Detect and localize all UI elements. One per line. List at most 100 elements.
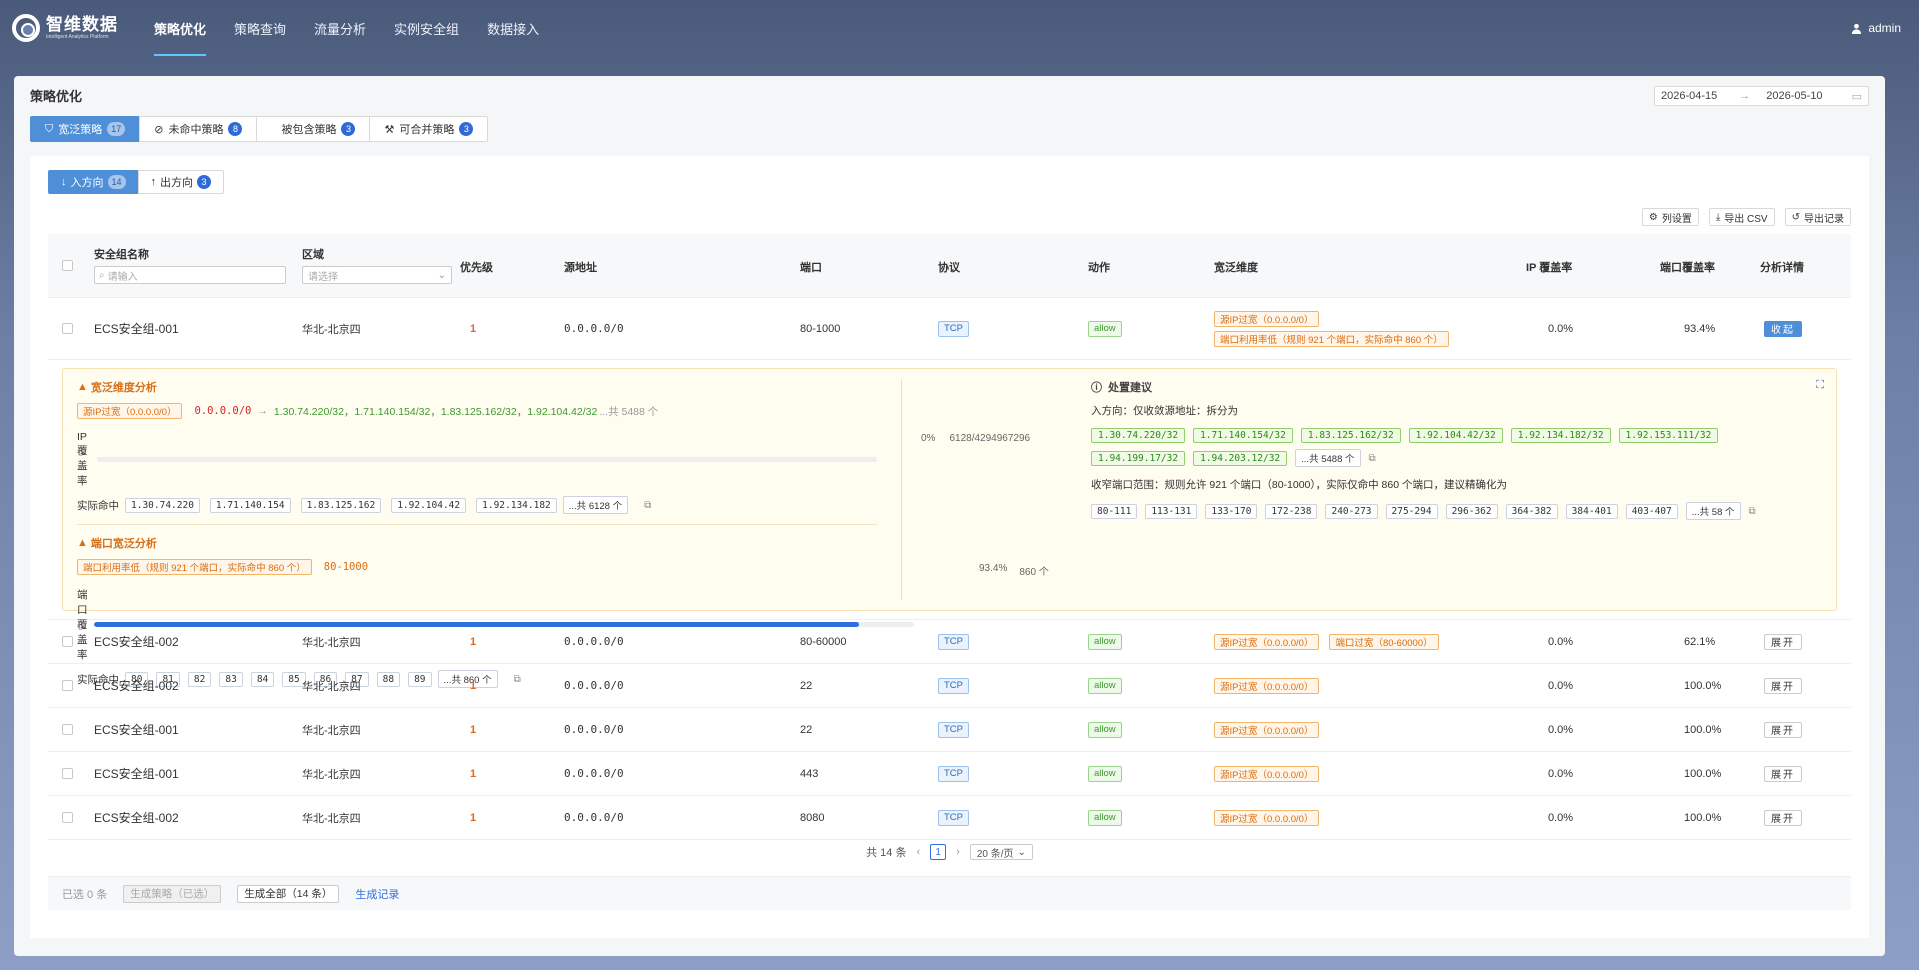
region: 华北-北京四 [302, 680, 361, 693]
tab-label: 入方向 [70, 177, 104, 189]
src-to: 1.30.74.220/32，1.71.140.154/32，1.83.125.… [273, 405, 598, 418]
col-action: 动作 [1088, 262, 1110, 274]
row-checkbox[interactable] [62, 680, 73, 691]
priority: 1 [470, 723, 477, 736]
brand-logo[interactable]: 智维数据 Intelligent Analytics Platform [12, 14, 118, 42]
tab-inbound[interactable]: ↓ 入方向 14 [48, 170, 139, 194]
suggested-ip-chip: 1.71.140.154/32 [1193, 428, 1293, 443]
region: 华北-北京四 [302, 812, 361, 825]
name-filter-input[interactable]: ⌕ 请输入 [94, 266, 286, 284]
export-log-button[interactable]: ↺ 导出记录 [1784, 208, 1851, 226]
category-tabs: ⛉ 宽泛策略 17 ⊘ 未命中策略 8 被包含策略 3 ⚒ 可合并策略 3 [30, 116, 1869, 142]
col-detail: 分析详情 [1760, 262, 1804, 274]
nav-policy-query[interactable]: 策略查询 [220, 0, 300, 56]
nav-traffic-analysis[interactable]: 流量分析 [300, 0, 380, 56]
source-address: 0.0.0.0/0 [564, 767, 624, 780]
table-row: ECS安全组-001 华北-北京四 1 0.0.0.0/0 22 TCP all… [48, 708, 1851, 752]
source-address: 0.0.0.0/0 [564, 322, 624, 335]
page-size-select[interactable]: 20 条/页 ⌄ [969, 844, 1033, 860]
ip-coverage-count: 6128/4294967296 [949, 433, 1031, 444]
expand-button[interactable]: 展开 [1764, 677, 1802, 694]
region-filter-select[interactable]: 请选择 ⌄ [302, 266, 452, 284]
info-icon: ⓘ [1091, 382, 1102, 394]
src-more[interactable]: ...共 5488 个 [599, 404, 658, 419]
column-settings-button[interactable]: ⚙ 列设置 [1641, 208, 1699, 226]
brand-subtitle: Intelligent Analytics Platform [46, 34, 109, 40]
date-range-picker[interactable]: 2026-04-15 → 2026-05-10 ▭ [1654, 86, 1869, 106]
suggested-port-chip: 275-294 [1385, 503, 1438, 519]
col-priority: 优先级 [460, 262, 493, 274]
main-panel: 策略优化 2026-04-15 → 2026-05-10 ▭ ⛉ 宽泛策略 17… [14, 76, 1885, 956]
suggest-line1: 入方向：仅收敛源地址：拆分为 [1091, 405, 1238, 417]
breadth-tag: 源IP过宽（0.0.0.0/0） [1214, 633, 1320, 650]
page-1[interactable]: 1 [930, 844, 947, 860]
tab-count: 3 [197, 175, 212, 189]
generate-selected-button[interactable]: 生成策略（已选） [123, 884, 222, 903]
action-tag: allow [1088, 809, 1122, 826]
sg-name[interactable]: ECS安全组-001 [94, 320, 179, 337]
content-card: ↓ 入方向 14 ↑ 出方向 3 ⚙ 列设置 ⤓ 导出 CSV ↺ 导出记录 安全组名… [30, 156, 1869, 938]
select-all-checkbox[interactable] [62, 260, 73, 271]
port: 80-1000 [800, 322, 841, 335]
nav-policy-optimize[interactable]: 策略优化 [140, 0, 220, 56]
suggested-ips-more[interactable]: ...共 5488 个 [1295, 449, 1361, 467]
tab-outbound[interactable]: ↑ 出方向 3 [137, 170, 225, 194]
copy-icon[interactable]: ⧉ [1749, 506, 1756, 517]
col-source: 源地址 [564, 262, 597, 274]
expand-button[interactable]: 展开 [1764, 765, 1802, 782]
ip-coverage: 0.0% [1548, 322, 1574, 335]
action-footer: 已选 0 条 生成策略（已选） 生成全部（14 条） 生成记录 [48, 876, 1851, 910]
suggested-port-chip: 133-170 [1205, 503, 1258, 519]
action-tag: allow [1088, 633, 1122, 650]
tab-label: 可合并策略 [399, 124, 455, 136]
row-checkbox[interactable] [62, 812, 73, 823]
expand-button[interactable]: 展开 [1764, 721, 1802, 738]
row-checkbox[interactable] [62, 724, 73, 735]
prev-page-icon[interactable]: ‹ [916, 846, 920, 858]
row-checkbox[interactable] [62, 636, 73, 647]
row-checkbox[interactable] [62, 323, 73, 334]
breadth-tag: 端口过宽（80-60000） [1329, 633, 1439, 650]
port: 8080 [800, 811, 825, 824]
expand-button[interactable]: 展开 [1764, 809, 1802, 826]
export-log-label: 导出记录 [1804, 213, 1844, 225]
col-port-coverage: 端口覆盖率 [1660, 262, 1715, 274]
region: 华北-北京四 [302, 724, 361, 737]
tab-contained[interactable]: 被包含策略 3 [256, 116, 371, 142]
table-row: ECS安全组-002 华北-北京四 1 0.0.0.0/0 8080 TCP a… [48, 796, 1851, 840]
tab-count: 8 [228, 122, 243, 136]
tab-mergeable[interactable]: ⚒ 可合并策略 3 [369, 116, 489, 142]
logo-icon [12, 14, 40, 42]
sg-name[interactable]: ECS安全组-002 [94, 677, 179, 694]
generate-log-link[interactable]: 生成记录 [355, 886, 399, 902]
suggested-ports-more[interactable]: ...共 58 个 [1685, 502, 1741, 520]
user-menu[interactable]: admin [1851, 21, 1907, 35]
suggested-ip-chip: 1.94.203.12/32 [1193, 450, 1288, 466]
eye-off-icon: ⊘ [154, 123, 164, 136]
sg-name[interactable]: ECS安全组-001 [94, 721, 179, 738]
nav-data-ingest[interactable]: 数据接入 [473, 0, 553, 56]
tab-broad[interactable]: ⛉ 宽泛策略 17 [30, 116, 141, 142]
generate-all-button[interactable]: 生成全部（14 条） [237, 884, 340, 903]
next-page-icon[interactable]: › [956, 846, 960, 858]
expand-button[interactable]: 展开 [1764, 633, 1802, 650]
sg-name[interactable]: ECS安全组-002 [94, 809, 179, 826]
chevron-down-icon: ⌄ [437, 269, 446, 281]
nav-instance-sg[interactable]: 实例安全组 [380, 0, 473, 56]
tab-count: 17 [107, 122, 126, 136]
sg-name[interactable]: ECS安全组-001 [94, 765, 179, 782]
col-ip-coverage: IP 覆盖率 [1526, 262, 1573, 274]
ip-hit-chip: 1.83.125.162 [300, 497, 382, 513]
copy-icon[interactable]: ⧉ [644, 500, 651, 511]
ip-hits-more[interactable]: ...共 6128 个 [562, 496, 629, 514]
sg-name[interactable]: ECS安全组-002 [94, 633, 179, 650]
ip-coverage-bar [97, 457, 877, 462]
topology-icon[interactable]: ⛶ [1816, 379, 1824, 392]
tab-unhit[interactable]: ⊘ 未命中策略 8 [139, 116, 258, 142]
copy-icon[interactable]: ⧉ [1369, 453, 1376, 464]
row-checkbox[interactable] [62, 768, 73, 779]
collapse-button[interactable]: 收起 [1764, 320, 1802, 337]
export-csv-button[interactable]: ⤓ 导出 CSV [1708, 208, 1775, 226]
arrow-up-icon: ↑ [150, 176, 157, 188]
calendar-icon: ▭ [1851, 90, 1862, 103]
